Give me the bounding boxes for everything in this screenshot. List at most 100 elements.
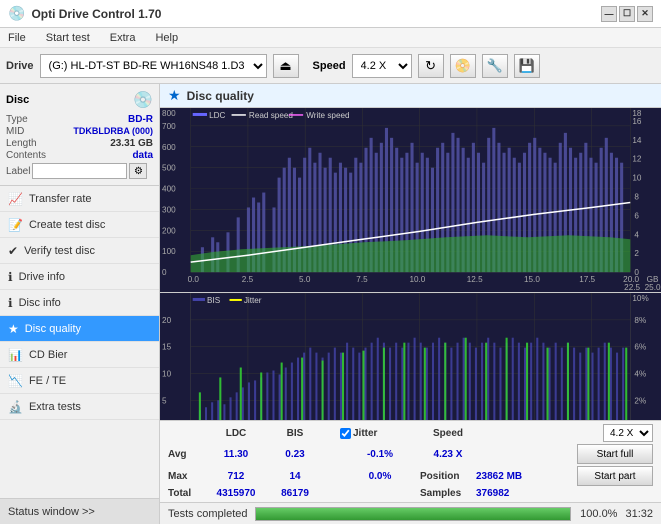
sidebar-item-fe-te[interactable]: 📉 FE / TE — [0, 368, 159, 394]
svg-text:10: 10 — [632, 174, 642, 183]
status-window-button[interactable]: Status window >> — [0, 498, 159, 524]
upper-chart: 0 100 200 300 400 500 600 700 800 0 2 4 … — [160, 108, 661, 293]
svg-text:10%: 10% — [632, 294, 648, 303]
menu-extra[interactable]: Extra — [106, 32, 140, 44]
app-icon: 💿 — [8, 5, 25, 22]
progress-section: Tests completed 100.0% 31:32 — [160, 502, 661, 524]
ldc-column-header: LDC — [204, 428, 268, 439]
sidebar-item-label: Extra tests — [29, 401, 81, 413]
svg-text:6%: 6% — [634, 343, 646, 352]
charts-container: 0 100 200 300 400 500 600 700 800 0 2 4 … — [160, 108, 661, 420]
jitter-column-header: Jitter — [340, 428, 420, 439]
disc-type-label: Type — [6, 114, 28, 125]
avg-ldc: 11.30 — [204, 449, 268, 460]
drive-label: Drive — [6, 60, 34, 72]
svg-text:12: 12 — [632, 155, 642, 164]
sidebar-item-label: Verify test disc — [24, 245, 95, 257]
fe-te-icon: 📉 — [8, 374, 23, 388]
progress-bar-outer — [255, 507, 571, 521]
dq-header-icon: ★ — [168, 87, 181, 104]
speed-label: 4.23 X — [420, 449, 476, 460]
samples-value: 376982 — [476, 488, 509, 499]
avg-label: Avg — [168, 449, 204, 460]
menu-start-test[interactable]: Start test — [42, 32, 94, 44]
svg-text:Read speed: Read speed — [249, 111, 293, 120]
svg-text:0.0: 0.0 — [188, 275, 200, 284]
drive-info-icon: ℹ — [8, 270, 13, 284]
progress-time: 31:32 — [625, 508, 653, 520]
bis-column-header: BIS — [268, 428, 322, 439]
refresh-button[interactable]: ↻ — [418, 54, 444, 78]
sidebar: Disc 💿 Type BD-R MID TDKBLDRBA (000) Len… — [0, 84, 160, 524]
start-part-button[interactable]: Start part — [577, 466, 653, 486]
svg-text:17.5: 17.5 — [579, 275, 595, 284]
svg-text:10: 10 — [162, 370, 172, 379]
svg-text:5: 5 — [162, 396, 167, 405]
minimize-button[interactable]: — — [601, 6, 617, 22]
total-label: Total — [168, 488, 204, 499]
sidebar-item-transfer-rate[interactable]: 📈 Transfer rate — [0, 186, 159, 212]
svg-text:8%: 8% — [634, 316, 646, 325]
svg-text:BIS: BIS — [207, 296, 220, 305]
speed-label: Speed — [313, 60, 346, 72]
sidebar-item-cd-bier[interactable]: 📊 CD Bier — [0, 342, 159, 368]
svg-text:25.0: 25.0 — [645, 283, 661, 292]
speed-select[interactable]: 4.2 X — [352, 54, 412, 78]
svg-text:18: 18 — [632, 109, 642, 118]
menu-file[interactable]: File — [4, 32, 30, 44]
disc-mid-value: TDKBLDRBA (000) — [73, 126, 153, 137]
menu-help[interactable]: Help — [151, 32, 182, 44]
dq-header-title: Disc quality — [187, 89, 254, 103]
position-label: Position — [420, 471, 476, 482]
sidebar-item-label: FE / TE — [29, 375, 66, 387]
jitter-checkbox[interactable] — [340, 428, 351, 439]
disc-label-input[interactable] — [32, 163, 127, 179]
sidebar-item-label: Create test disc — [29, 219, 105, 231]
sidebar-item-extra-tests[interactable]: 🔬 Extra tests — [0, 394, 159, 420]
upper-chart-svg: 0 100 200 300 400 500 600 700 800 0 2 4 … — [160, 108, 661, 292]
content-area: ★ Disc quality — [160, 84, 661, 524]
sidebar-item-verify-test[interactable]: ✔ Verify test disc — [0, 238, 159, 264]
svg-text:20: 20 — [162, 316, 172, 325]
create-test-icon: 📝 — [8, 218, 23, 232]
maximize-button[interactable]: ☐ — [619, 6, 635, 22]
disc-length-label: Length — [6, 138, 37, 149]
svg-text:LDC: LDC — [209, 111, 226, 120]
disc-type-value: BD-R — [128, 114, 153, 125]
svg-text:16: 16 — [632, 117, 642, 126]
sidebar-item-create-test[interactable]: 📝 Create test disc — [0, 212, 159, 238]
disc-label-label: Label — [6, 166, 30, 177]
jitter-label: Jitter — [353, 428, 377, 439]
position-value: 23862 MB — [476, 471, 522, 482]
eject-button[interactable]: ⏏ — [273, 54, 299, 78]
sidebar-item-disc-quality[interactable]: ★ Disc quality — [0, 316, 159, 342]
total-ldc: 4315970 — [204, 488, 268, 499]
sidebar-item-label: CD Bier — [29, 349, 68, 361]
samples-label: Samples — [420, 488, 476, 499]
disc-quality-header: ★ Disc quality — [160, 84, 661, 108]
speed-dropdown[interactable]: 4.2 X — [603, 424, 653, 442]
avg-jitter: -0.1% — [340, 449, 420, 460]
close-button[interactable]: ✕ — [637, 6, 653, 22]
svg-text:5.0: 5.0 — [299, 275, 311, 284]
max-label: Max — [168, 471, 204, 482]
disc-info-icon: ℹ — [8, 296, 13, 310]
sidebar-item-label: Disc quality — [25, 323, 81, 335]
disc-label-button[interactable]: ⚙ — [129, 163, 147, 179]
svg-text:8: 8 — [634, 193, 639, 202]
extra-tests-icon: 🔬 — [8, 400, 23, 414]
disc-button[interactable]: 📀 — [450, 54, 476, 78]
save-button[interactable]: 💾 — [514, 54, 540, 78]
settings-button[interactable]: 🔧 — [482, 54, 508, 78]
drive-select[interactable]: (G:) HL-DT-ST BD-RE WH16NS48 1.D3 — [40, 54, 267, 78]
svg-text:400: 400 — [162, 185, 176, 194]
lower-chart-svg: 0 5 10 15 20 0% 2% 4% 6% 8% 10% 0.0 2.5 … — [160, 293, 661, 420]
main-layout: Disc 💿 Type BD-R MID TDKBLDRBA (000) Len… — [0, 84, 661, 524]
sidebar-item-label: Transfer rate — [29, 193, 92, 205]
disc-contents-value: data — [132, 150, 153, 161]
transfer-rate-icon: 📈 — [8, 192, 23, 206]
sidebar-item-disc-info[interactable]: ℹ Disc info — [0, 290, 159, 316]
start-full-button[interactable]: Start full — [577, 444, 653, 464]
sidebar-item-drive-info[interactable]: ℹ Drive info — [0, 264, 159, 290]
speed-value: 4.23 X — [434, 449, 463, 460]
